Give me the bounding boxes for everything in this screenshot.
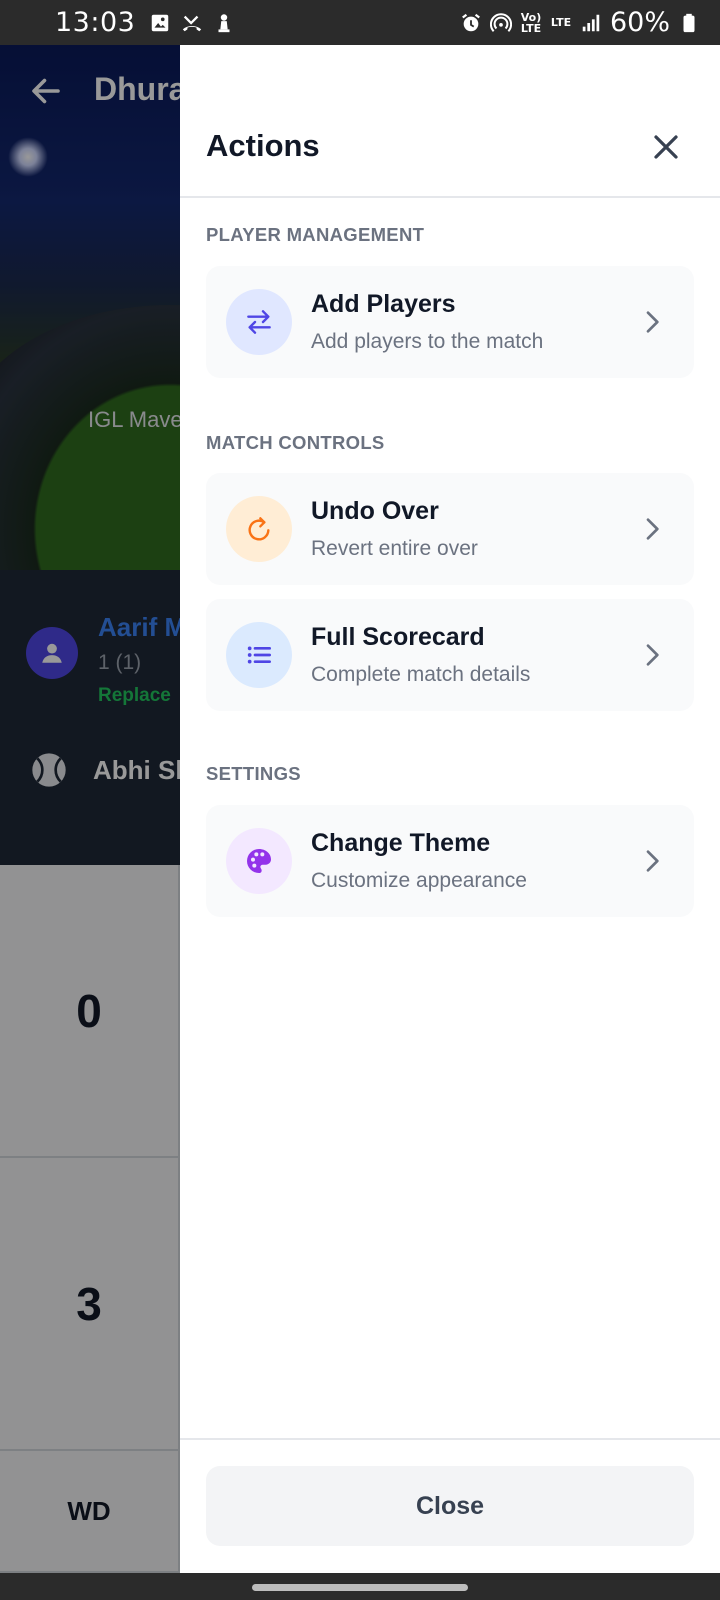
missed-call-icon — [181, 12, 203, 34]
chevron-right-icon — [646, 311, 659, 333]
navigation-bar — [0, 1573, 720, 1600]
status-bar: 13:03 Vo) LTE LTE 60% — [0, 0, 720, 45]
home-gesture-handle[interactable] — [252, 1584, 468, 1591]
battery-percent: 60% — [609, 7, 670, 38]
notification-icons — [149, 12, 235, 34]
status-time: 13:03 — [55, 7, 136, 38]
palette-icon — [226, 828, 292, 894]
system-icons: Vo) LTE LTE 60% — [460, 7, 700, 38]
signal-icon — [580, 12, 602, 34]
undo-icon — [226, 496, 292, 562]
full-scorecard-button[interactable]: Full Scorecard Complete match details — [206, 599, 694, 711]
undo-over-button[interactable]: Undo Over Revert entire over — [206, 473, 694, 585]
close-icon[interactable] — [651, 132, 681, 162]
add-players-subtitle: Add players to the match — [311, 330, 544, 353]
full-scorecard-label: Full Scorecard — [311, 623, 485, 651]
section-title-settings: SETTINGS — [206, 763, 301, 784]
chevron-right-icon — [646, 850, 659, 872]
volte-icon: Vo) LTE — [520, 10, 542, 35]
add-players-button[interactable]: Add Players Add players to the match — [206, 266, 694, 378]
alarm-icon — [460, 12, 482, 34]
section-title-player-management: PLAYER MANAGEMENT — [206, 224, 425, 245]
change-theme-label: Change Theme — [311, 829, 491, 857]
chess-pawn-icon — [213, 12, 235, 34]
drawer-title: Actions — [206, 128, 320, 163]
drawer-header: Actions — [180, 45, 720, 198]
chevron-right-icon — [646, 644, 659, 666]
actions-drawer: Actions PLAYER MANAGEMENT Add Players Ad… — [180, 45, 720, 1573]
close-button[interactable]: Close — [206, 1466, 694, 1546]
add-players-label: Add Players — [311, 290, 456, 318]
list-icon — [226, 622, 292, 688]
undo-over-subtitle: Revert entire over — [311, 537, 478, 560]
image-icon — [149, 12, 171, 34]
change-theme-button[interactable]: Change Theme Customize appearance — [206, 805, 694, 917]
battery-icon — [678, 12, 700, 34]
lte-icon: LTE — [550, 16, 572, 29]
full-scorecard-subtitle: Complete match details — [311, 663, 531, 686]
change-theme-subtitle: Customize appearance — [311, 869, 527, 892]
chevron-right-icon — [646, 518, 659, 540]
undo-over-label: Undo Over — [311, 497, 439, 525]
drawer-footer: Close — [180, 1438, 720, 1573]
hotspot-icon — [489, 12, 512, 34]
section-title-match-controls: MATCH CONTROLS — [206, 432, 385, 453]
swap-arrows-icon — [226, 289, 292, 355]
